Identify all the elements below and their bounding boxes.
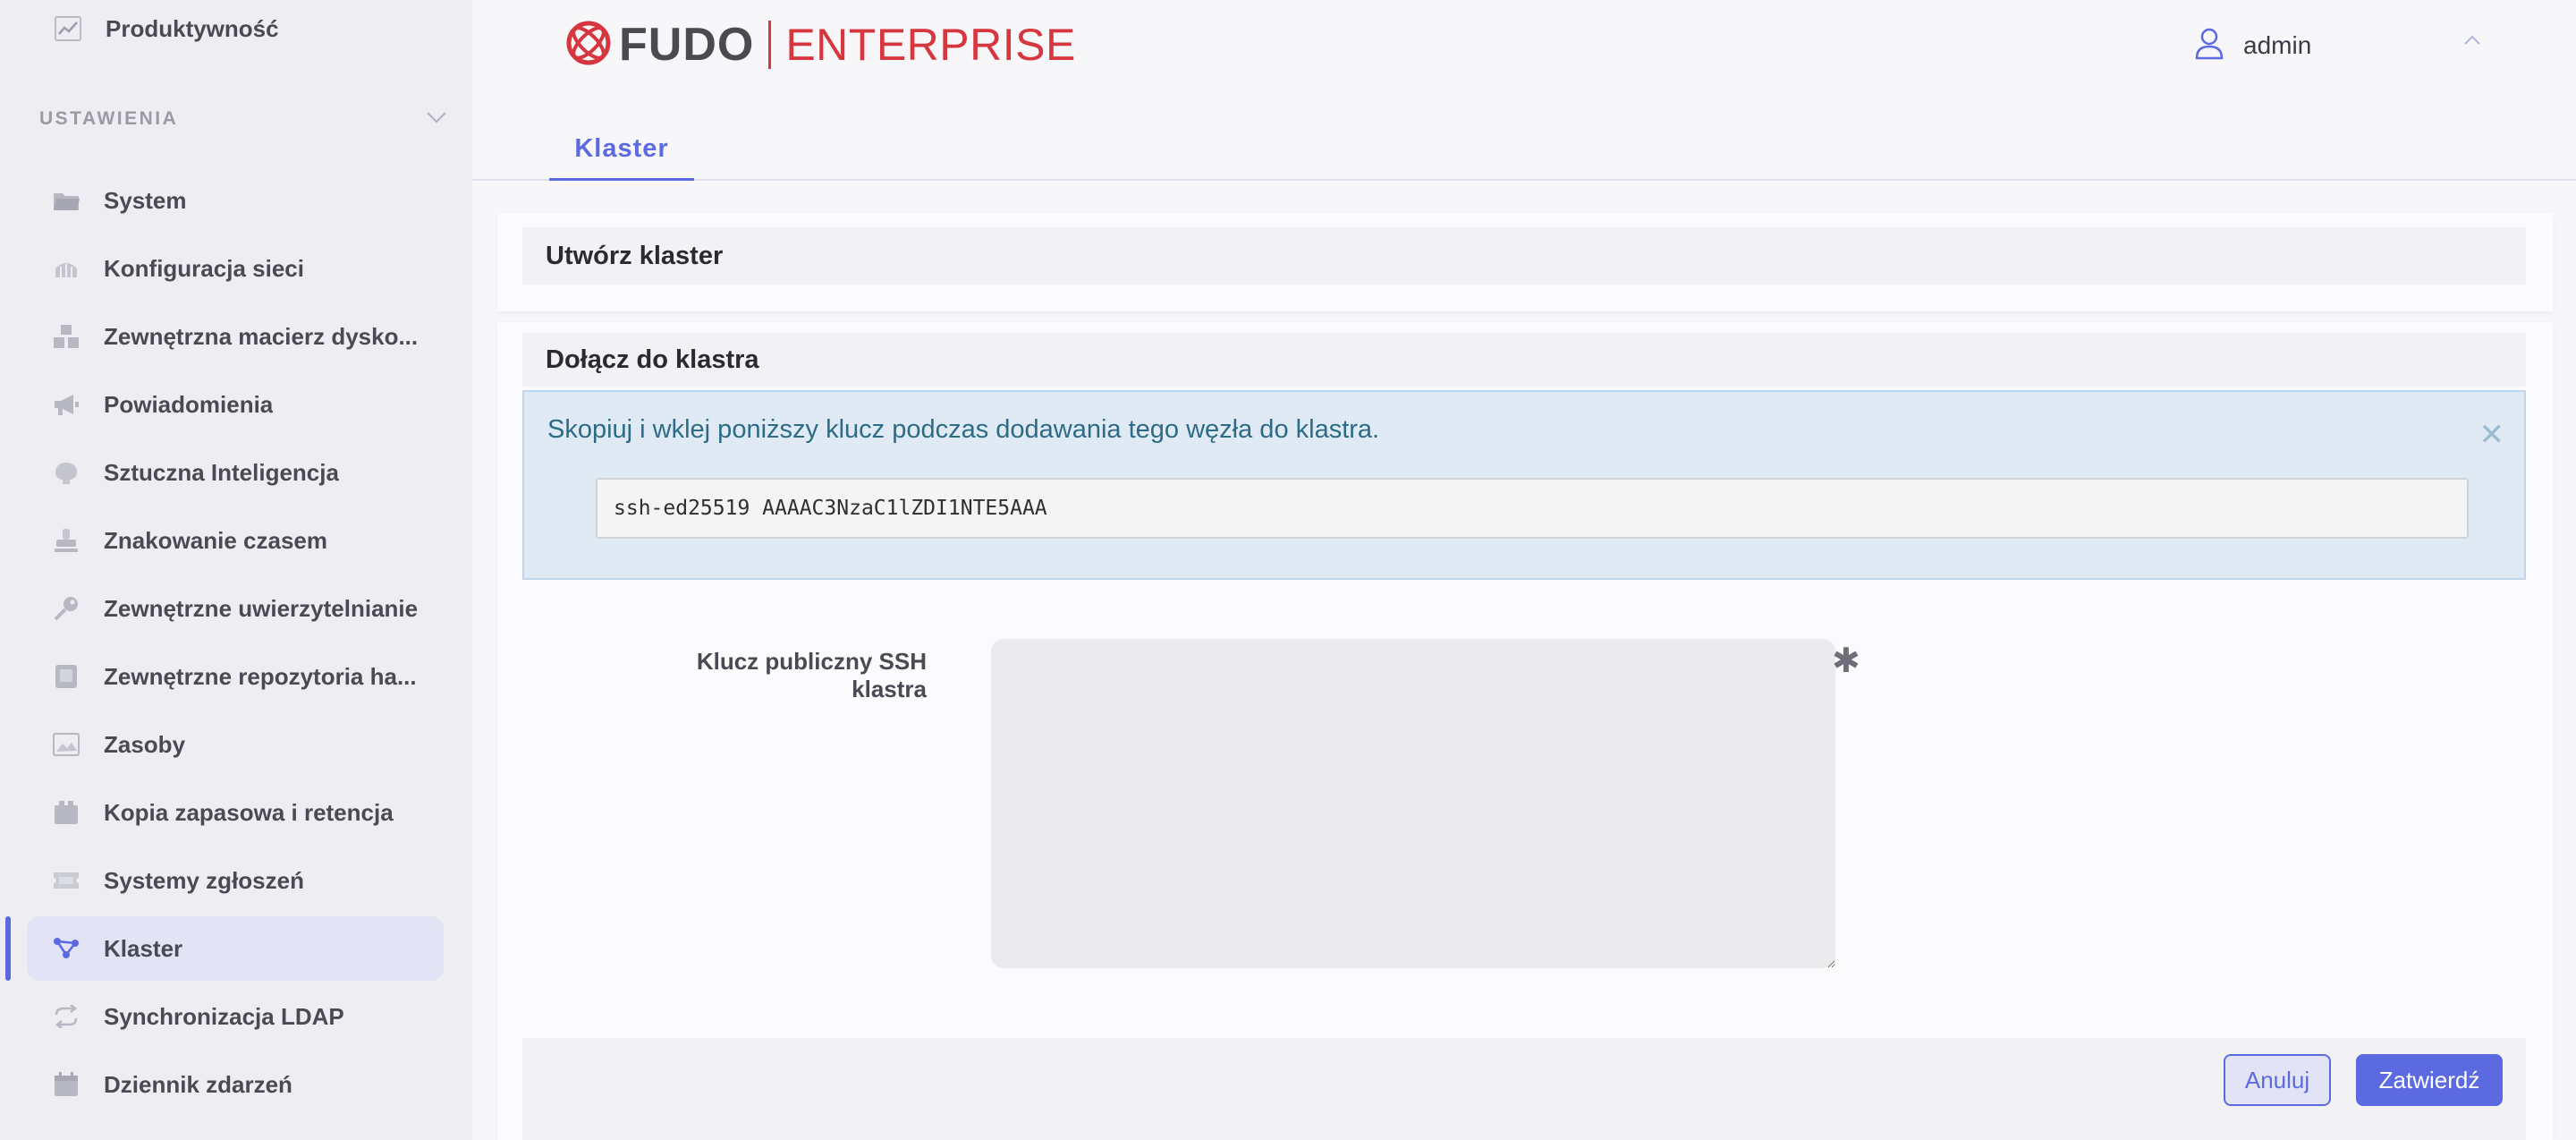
join-cluster-title: Dołącz do klastra bbox=[546, 345, 759, 374]
sidebar-item-klaster[interactable]: Klaster bbox=[5, 916, 444, 981]
tab-bar: Klaster bbox=[472, 125, 2576, 181]
sidebar-item-label: Kopia zapasowa i retencja bbox=[104, 798, 394, 826]
key-icon bbox=[52, 594, 80, 623]
create-cluster-title: Utwórz klaster bbox=[546, 241, 724, 270]
chevron-up-icon[interactable] bbox=[2463, 34, 2481, 50]
folder-icon bbox=[52, 186, 80, 215]
tab-klaster[interactable]: Klaster bbox=[549, 125, 694, 181]
box-icon bbox=[52, 798, 80, 827]
form-footer: Anuluj Zatwierdź bbox=[522, 1038, 2526, 1140]
join-cluster-header[interactable]: Dołącz do klastra bbox=[522, 333, 2526, 387]
sidebar-item-label: Synchronizacja LDAP bbox=[104, 1002, 344, 1030]
join-cluster-panel: Dołącz do klastra Skopiuj i wklej poniżs… bbox=[497, 322, 2553, 1140]
ssh-key-label: Klucz publiczny SSH klastra bbox=[696, 648, 927, 702]
stamp-icon bbox=[52, 526, 80, 555]
sidebar-item-kopia-zapasowa[interactable]: Kopia zapasowa i retencja bbox=[27, 780, 444, 845]
sidebar-item-zewnetrzne-repozytoria[interactable]: Zewnętrzne repozytoria ha... bbox=[27, 644, 444, 709]
chevron-down-icon bbox=[426, 111, 447, 128]
sidebar-item-systemy-zgloszen[interactable]: Systemy zgłoszeń bbox=[27, 848, 444, 913]
sidebar-item-zasoby[interactable]: Zasoby bbox=[27, 712, 444, 777]
alert-message: Skopiuj i wklej poniższy klucz podczas d… bbox=[547, 415, 1380, 444]
user-menu[interactable]: admin bbox=[2195, 23, 2480, 68]
tab-label: Klaster bbox=[574, 134, 669, 163]
sidebar-item-label: Klaster bbox=[104, 934, 183, 962]
sidebar-item-znakowanie-czasem[interactable]: Znakowanie czasem bbox=[27, 508, 444, 573]
sidebar-item-label: Sztuczna Inteligencja bbox=[104, 458, 339, 486]
logo-product-text: ENTERPRISE bbox=[785, 20, 1076, 70]
image-icon bbox=[52, 730, 80, 759]
sidebar-item-synchronizacja-ldap[interactable]: Synchronizacja LDAP bbox=[27, 984, 444, 1049]
user-name: admin bbox=[2243, 31, 2312, 59]
sidebar-item-label: Znakowanie czasem bbox=[104, 526, 327, 554]
section-header-label: USTAWIENIA bbox=[39, 108, 179, 129]
create-cluster-panel: Utwórz klaster bbox=[497, 213, 2553, 311]
sidebar-item-zewnetrzne-uwierzytelnianie[interactable]: Zewnętrzne uwierzytelnianie bbox=[27, 576, 444, 641]
vault-icon bbox=[52, 662, 80, 691]
ticket-icon bbox=[52, 866, 80, 895]
sync-icon bbox=[52, 1002, 80, 1031]
close-icon[interactable]: ✕ bbox=[2479, 417, 2505, 453]
sidebar-nav: System Konfiguracja sieci Zewnętrzna mac… bbox=[5, 168, 444, 1120]
sidebar-item-produktywnosc[interactable]: Produktywność bbox=[54, 13, 279, 45]
submit-button[interactable]: Zatwierdź bbox=[2356, 1054, 2503, 1106]
section-header-ustawienia[interactable]: USTAWIENIA bbox=[39, 104, 447, 134]
required-asterisk-icon: ✱ bbox=[1832, 642, 1860, 680]
storage-icon bbox=[52, 322, 80, 351]
sidebar-item-zewnetrzna-macierz[interactable]: Zewnętrzna macierz dysko... bbox=[27, 304, 444, 369]
sidebar-item-konfiguracja-sieci[interactable]: Konfiguracja sieci bbox=[27, 236, 444, 301]
sidebar-item-label: Zewnętrzne uwierzytelnianie bbox=[104, 594, 419, 622]
sidebar-item-label: Powiadomienia bbox=[104, 390, 274, 418]
ssh-key-textarea[interactable] bbox=[991, 639, 1835, 968]
logo-brand-text: FUDO bbox=[619, 19, 755, 71]
sidebar-item-label: Zewnętrzne repozytoria ha... bbox=[104, 662, 417, 690]
sidebar-item-powiadomienia[interactable]: Powiadomienia bbox=[27, 372, 444, 437]
user-icon bbox=[2195, 28, 2224, 64]
cluster-icon bbox=[52, 934, 80, 963]
cancel-button[interactable]: Anuluj bbox=[2224, 1054, 2331, 1106]
sidebar-item-label: Zasoby bbox=[104, 730, 186, 758]
sidebar: Produktywność USTAWIENIA System Konfigur… bbox=[0, 0, 472, 1140]
create-cluster-header[interactable]: Utwórz klaster bbox=[522, 227, 2526, 285]
sidebar-item-label: Systemy zgłoszeń bbox=[104, 866, 304, 894]
sidebar-item-label: System bbox=[104, 186, 187, 214]
megaphone-icon bbox=[52, 390, 80, 419]
info-alert: Skopiuj i wklej poniższy klucz podczas d… bbox=[522, 390, 2526, 580]
sidebar-item-label: Zewnętrzna macierz dysko... bbox=[104, 322, 419, 350]
calendar-icon bbox=[52, 1070, 80, 1099]
sidebar-item-label: Konfiguracja sieci bbox=[104, 254, 304, 282]
sidebar-item-system[interactable]: System bbox=[27, 168, 444, 233]
fudo-logo-icon bbox=[564, 18, 614, 72]
logo-divider bbox=[768, 21, 772, 69]
sidebar-item-label: Dziennik zdarzeń bbox=[104, 1070, 292, 1098]
sidebar-item-sztuczna-inteligencja[interactable]: Sztuczna Inteligencja bbox=[27, 440, 444, 505]
brand-logo[interactable]: FUDO ENTERPRISE bbox=[564, 18, 1076, 72]
network-icon bbox=[52, 254, 80, 283]
sidebar-item-dziennik-zdarzen[interactable]: Dziennik zdarzeń bbox=[27, 1052, 444, 1117]
node-key-field[interactable]: ssh-ed25519 AAAAC3NzaC1lZDI1NTE5AAA bbox=[596, 478, 2469, 539]
sidebar-item-label: Produktywność bbox=[106, 14, 279, 42]
brain-icon bbox=[52, 458, 80, 487]
chart-icon bbox=[54, 14, 82, 43]
